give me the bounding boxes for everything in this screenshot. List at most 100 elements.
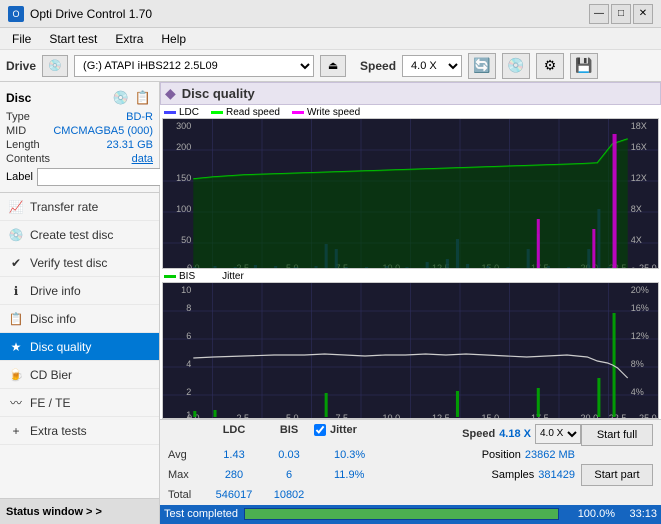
disc-mid-value: CMCMAGBA5 (000) — [53, 125, 153, 137]
menu-file[interactable]: File — [4, 29, 39, 49]
nav-extra-tests-label: Extra tests — [30, 424, 87, 438]
svg-text:10: 10 — [181, 285, 191, 295]
nav-extra-tests[interactable]: + Extra tests — [0, 417, 159, 445]
close-button[interactable]: ✕ — [633, 4, 653, 24]
eject-button[interactable]: ⏏ — [320, 55, 346, 77]
nav-cd-bier-label: CD Bier — [30, 368, 72, 382]
chart-title: Disc quality — [182, 86, 255, 101]
menu-extra[interactable]: Extra — [107, 29, 151, 49]
legend-bis-label: BIS — [179, 271, 195, 282]
status-window-label: Status window > > — [6, 506, 102, 518]
cd-bier-icon: 🍺 — [8, 367, 24, 383]
menu-bar: File Start test Extra Help — [0, 28, 661, 50]
svg-text:12X: 12X — [631, 173, 647, 183]
samples-label: Samples — [491, 469, 534, 481]
max-bis: 6 — [264, 469, 314, 481]
disc-mid-label: MID — [6, 125, 26, 137]
disc-contents-value[interactable]: data — [132, 153, 153, 165]
avg-label: Avg — [168, 449, 204, 461]
bottom-chart-svg: 1 2 4 6 8 10 4% 8% 12% 16% 20% 0.0 — [163, 283, 658, 418]
left-panel: Disc 💿 📋 Type BD-R MID CMCMAGBA5 (000) L… — [0, 82, 160, 524]
svg-text:16X: 16X — [631, 142, 647, 152]
total-label: Total — [168, 489, 204, 501]
position-value: 23862 MB — [525, 449, 575, 461]
nav-disc-quality-label: Disc quality — [30, 340, 91, 354]
speed-select[interactable]: 4.0 X — [402, 55, 462, 77]
minimize-button[interactable]: — — [589, 4, 609, 24]
transfer-rate-icon: 📈 — [8, 199, 24, 215]
disc-contents-row: Contents data — [6, 152, 153, 166]
nav-disc-info[interactable]: 📋 Disc info — [0, 305, 159, 333]
legend-bis: BIS — [164, 271, 195, 282]
legend-ldc: LDC — [164, 107, 199, 118]
app-icon: O — [8, 6, 24, 22]
title-bar-controls: — □ ✕ — [589, 4, 653, 24]
ldc-color — [164, 111, 176, 114]
disc-icon-2[interactable]: 📋 — [133, 88, 153, 108]
progress-fill — [245, 509, 558, 519]
drive-info-icon: ℹ — [8, 283, 24, 299]
disc-type-value: BD-R — [126, 111, 153, 123]
disc-section-title: Disc — [6, 91, 31, 105]
legend-ldc-label: LDC — [179, 107, 199, 118]
start-part-button[interactable]: Start part — [581, 464, 653, 486]
refresh-button[interactable]: 🔄 — [468, 53, 496, 79]
status-window[interactable]: Status window > > — [0, 498, 159, 524]
svg-text:4%: 4% — [631, 387, 644, 397]
svg-text:20%: 20% — [631, 285, 649, 295]
nav-drive-info[interactable]: ℹ Drive info — [0, 277, 159, 305]
progress-bar-container: Test completed 100.0% 33:13 — [160, 505, 661, 524]
nav-create-test[interactable]: 💿 Create test disc — [0, 221, 159, 249]
disc-header: Disc 💿 📋 — [0, 86, 159, 110]
svg-text:200: 200 — [176, 142, 191, 152]
legend-write-speed: Write speed — [292, 107, 360, 118]
disc-label-row: Label 🔍 — [0, 166, 159, 188]
speed-stat-select[interactable]: 4.0 X — [535, 424, 581, 444]
menu-start-test[interactable]: Start test — [41, 29, 105, 49]
write-speed-color — [292, 111, 304, 114]
chart-header-icon: ◆ — [165, 85, 176, 102]
jitter-checkbox[interactable] — [314, 424, 326, 436]
nav-transfer-rate[interactable]: 📈 Transfer rate — [0, 193, 159, 221]
maximize-button[interactable]: □ — [611, 4, 631, 24]
disc-label-label: Label — [6, 171, 33, 183]
legend-jitter: Jitter — [207, 271, 244, 282]
save-button[interactable]: 💾 — [570, 53, 598, 79]
position-label: Position — [482, 449, 521, 461]
disc-length-label: Length — [6, 139, 40, 151]
drive-select[interactable]: (G:) ATAPI iHBS212 2.5L09 — [74, 55, 314, 77]
disc-quality-icon: ★ — [8, 339, 24, 355]
nav-disc-quality[interactable]: ★ Disc quality — [0, 333, 159, 361]
title-bar: O Opti Drive Control 1.70 — □ ✕ — [0, 0, 661, 28]
disc-info-icon: 📋 — [8, 311, 24, 327]
svg-text:0: 0 — [631, 266, 636, 269]
drive-icon: 💿 — [42, 55, 68, 77]
svg-text:300: 300 — [176, 121, 191, 131]
disc-icon-area: 💿 📋 — [111, 88, 153, 108]
svg-text:2: 2 — [186, 387, 191, 397]
disc-length-row: Length 23.31 GB — [6, 138, 153, 152]
status-text: Test completed — [164, 508, 238, 520]
disc-button[interactable]: 💿 — [502, 53, 530, 79]
nav-fe-te[interactable]: 〰 FE / TE — [0, 389, 159, 417]
disc-icon-1[interactable]: 💿 — [111, 88, 131, 108]
menu-help[interactable]: Help — [153, 29, 194, 49]
top-chart: 0 50 100 150 200 300 0 4X 8X 12X 16X 18X — [162, 118, 659, 269]
svg-text:8: 8 — [186, 303, 191, 313]
disc-contents-label: Contents — [6, 153, 50, 165]
disc-table: Type BD-R MID CMCMAGBA5 (000) Length 23.… — [0, 110, 159, 166]
nav-cd-bier[interactable]: 🍺 CD Bier — [0, 361, 159, 389]
nav-verify-test[interactable]: ✔ Verify test disc — [0, 249, 159, 277]
create-test-icon: 💿 — [8, 227, 24, 243]
drive-bar: Drive 💿 (G:) ATAPI iHBS212 2.5L09 ⏏ Spee… — [0, 50, 661, 82]
svg-text:4: 4 — [186, 359, 191, 369]
nav-transfer-rate-label: Transfer rate — [30, 200, 98, 214]
svg-text:16%: 16% — [631, 303, 649, 313]
settings-button[interactable]: ⚙ — [536, 53, 564, 79]
start-full-button[interactable]: Start full — [581, 424, 653, 446]
speed-stat-label: Speed — [462, 428, 495, 440]
svg-text:12.5: 12.5 — [432, 413, 450, 418]
action-buttons: Start full — [581, 424, 653, 446]
legend-jitter-label: Jitter — [222, 271, 244, 282]
svg-text:12%: 12% — [631, 331, 649, 341]
